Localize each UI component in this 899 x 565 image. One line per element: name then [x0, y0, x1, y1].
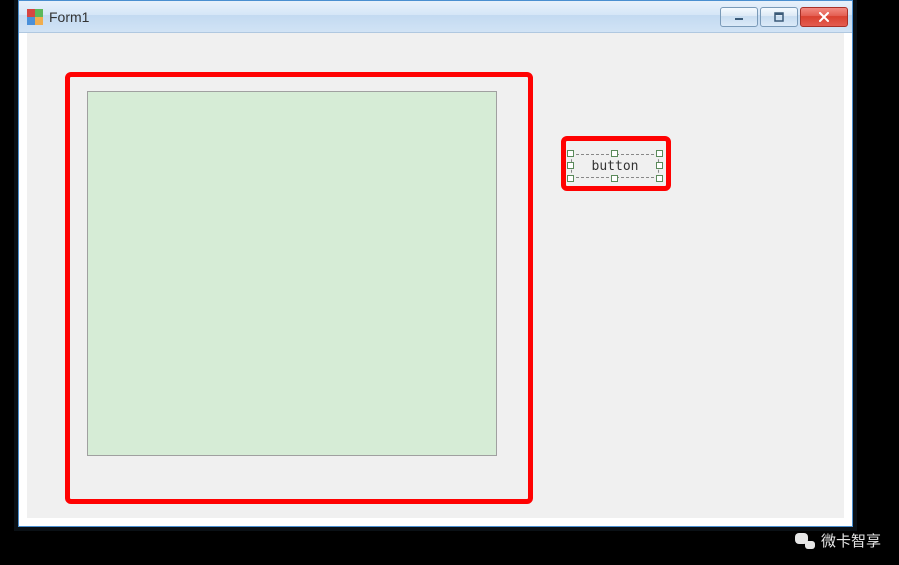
resize-handle-bottom-center[interactable] [611, 175, 618, 182]
close-icon [818, 12, 830, 22]
form-client-area[interactable]: button [27, 33, 844, 518]
resize-handle-bottom-left[interactable] [567, 175, 574, 182]
wechat-icon [795, 533, 815, 549]
panel-control[interactable] [87, 91, 497, 456]
maximize-icon [774, 12, 784, 22]
window-title: Form1 [49, 9, 720, 25]
close-button[interactable] [800, 7, 848, 27]
title-bar[interactable]: Form1 [19, 1, 852, 33]
minimize-button[interactable] [720, 7, 758, 27]
button-label: button [592, 159, 639, 174]
app-icon [27, 9, 43, 25]
minimize-icon [734, 13, 744, 21]
maximize-button[interactable] [760, 7, 798, 27]
watermark-text: 微卡智享 [821, 530, 881, 551]
resize-handle-top-right[interactable] [656, 150, 663, 157]
window-controls [720, 7, 848, 27]
resize-handle-middle-left[interactable] [567, 162, 574, 169]
resize-handle-top-center[interactable] [611, 150, 618, 157]
resize-handle-middle-right[interactable] [656, 162, 663, 169]
watermark: 微卡智享 [795, 530, 881, 551]
button-control-selected[interactable]: button [571, 154, 659, 178]
form-window: Form1 button [18, 0, 853, 527]
resize-handle-bottom-right[interactable] [656, 175, 663, 182]
resize-handle-top-left[interactable] [567, 150, 574, 157]
